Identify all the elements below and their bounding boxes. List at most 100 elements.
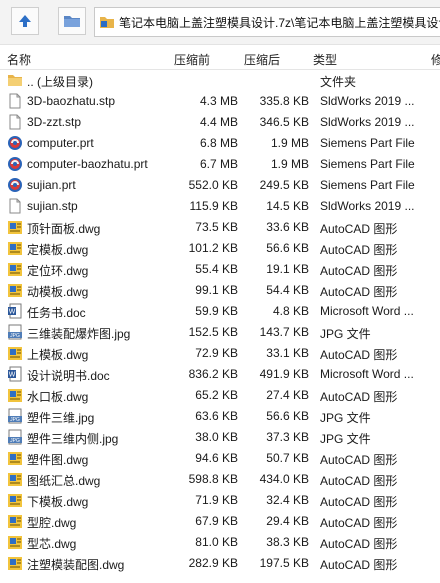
file-type: 文件夹 xyxy=(320,75,357,89)
column-type[interactable]: 类型 xyxy=(313,51,337,68)
file-original-size: 101.2 KB xyxy=(188,241,238,255)
file-original-size: 71.9 KB xyxy=(195,493,238,507)
file-name: 任务书.doc xyxy=(27,306,86,320)
file-name: 注塑模装配图.dwg xyxy=(27,558,125,572)
file-original-size: 152.5 KB xyxy=(188,325,238,339)
column-header: 名称 压缩前 压缩后 类型 修 xyxy=(0,45,440,70)
file-compressed-size: 33.1 KB xyxy=(266,346,309,360)
nx-part-icon xyxy=(7,156,23,172)
up-folder-button[interactable] xyxy=(11,7,39,35)
file-name: 塑件图.dwg xyxy=(27,453,89,467)
file-type: JPG 文件 xyxy=(320,327,371,341)
file-compressed-size: 346.5 KB xyxy=(259,115,309,129)
file-type: AutoCAD 图形 xyxy=(320,222,398,236)
file-compressed-size: 33.6 KB xyxy=(266,220,309,234)
file-row[interactable]: W 设计说明书.doc 836.2 KB 491.9 KB Microsoft Word… xyxy=(0,364,440,385)
file-row[interactable]: 3D-zzt.stp 4.4 MB 346.5 KB SldWorks 2019 ..… xyxy=(0,112,440,133)
file-compressed-size: 32.4 KB xyxy=(266,493,309,507)
file-type: AutoCAD 图形 xyxy=(320,348,398,362)
svg-text:JPG: JPG xyxy=(10,438,20,444)
file-row[interactable]: 型腔.dwg 67.9 KB 29.4 KB AutoCAD 图形 xyxy=(0,511,440,532)
file-original-size: 6.7 MB xyxy=(199,157,238,171)
file-name: 图纸汇总.dwg xyxy=(27,474,101,488)
file-row[interactable]: 水口板.dwg 65.2 KB 27.4 KB AutoCAD 图形 xyxy=(0,385,440,406)
file-row[interactable]: .. (上级目录) 文件夹 xyxy=(0,70,440,91)
file-row[interactable]: 图纸汇总.dwg 598.8 KB 434.0 KB AutoCAD 图形 xyxy=(0,469,440,490)
file-compressed-size: 37.3 KB xyxy=(266,430,309,444)
file-original-size: 81.0 KB xyxy=(195,535,238,549)
file-compressed-size: 197.5 KB xyxy=(259,556,309,570)
file-name: 型腔.dwg xyxy=(27,516,77,530)
file-name: computer.prt xyxy=(27,136,94,150)
file-name: 三维装配爆炸图.jpg xyxy=(27,327,131,341)
file-row[interactable]: computer-baozhatu.prt 6.7 MB 1.9 MB Siemens… xyxy=(0,154,440,175)
file-row[interactable]: 定模板.dwg 101.2 KB 56.6 KB AutoCAD 图形 xyxy=(0,238,440,259)
file-original-size: 59.9 KB xyxy=(195,304,238,318)
jpg-icon: JPG xyxy=(7,324,23,340)
file-name: 动模板.dwg xyxy=(27,285,89,299)
file-icon xyxy=(7,198,23,214)
file-row[interactable]: sujian.stp 115.9 KB 14.5 KB SldWorks 2019 .… xyxy=(0,196,440,217)
file-type: Siemens Part File xyxy=(320,178,415,192)
file-row[interactable]: 动模板.dwg 99.1 KB 54.4 KB AutoCAD 图形 xyxy=(0,280,440,301)
file-row[interactable]: computer.prt 6.8 MB 1.9 MB Siemens Part Fil… xyxy=(0,133,440,154)
file-type: AutoCAD 图形 xyxy=(320,243,398,257)
column-size[interactable]: 压缩后 xyxy=(244,51,280,68)
column-packed[interactable]: 压缩前 xyxy=(174,51,210,68)
file-compressed-size: 1.9 MB xyxy=(270,157,309,171)
file-original-size: 94.6 KB xyxy=(195,451,238,465)
file-type: AutoCAD 图形 xyxy=(320,537,398,551)
file-name: 下模板.dwg xyxy=(27,495,89,509)
file-name: 水口板.dwg xyxy=(27,390,89,404)
file-row[interactable]: 塑件图.dwg 94.6 KB 50.7 KB AutoCAD 图形 xyxy=(0,448,440,469)
arrow-up-icon xyxy=(19,15,31,27)
file-row[interactable]: JPG 三维装配爆炸图.jpg 152.5 KB 143.7 KB JPG 文件 xyxy=(0,322,440,343)
file-row[interactable]: 定位环.dwg 55.4 KB 19.1 KB AutoCAD 图形 xyxy=(0,259,440,280)
folder-view-button[interactable] xyxy=(58,7,86,35)
file-row[interactable]: 注塑模装配图.dwg 282.9 KB 197.5 KB AutoCAD 图形 xyxy=(0,553,440,574)
column-modified[interactable]: 修 xyxy=(431,51,440,68)
file-compressed-size: 50.7 KB xyxy=(266,451,309,465)
column-name[interactable]: 名称 xyxy=(7,51,31,68)
file-type: AutoCAD 图形 xyxy=(320,558,398,572)
file-original-size: 63.6 KB xyxy=(195,409,238,423)
file-type: AutoCAD 图形 xyxy=(320,474,398,488)
file-compressed-size: 143.7 KB xyxy=(259,325,309,339)
file-name: 上模板.dwg xyxy=(27,348,89,362)
file-type: AutoCAD 图形 xyxy=(320,453,398,467)
file-name: 型芯.dwg xyxy=(27,537,77,551)
nx-part-icon xyxy=(7,135,23,151)
file-row[interactable]: 下模板.dwg 71.9 KB 32.4 KB AutoCAD 图形 xyxy=(0,490,440,511)
file-original-size: 115.9 KB xyxy=(189,199,238,213)
file-type: AutoCAD 图形 xyxy=(320,495,398,509)
file-row[interactable]: W 任务书.doc 59.9 KB 4.8 KB Microsoft Word ... xyxy=(0,301,440,322)
file-original-size: 4.4 MB xyxy=(199,115,238,129)
file-type: SldWorks 2019 ... xyxy=(320,199,415,213)
file-name: computer-baozhatu.prt xyxy=(27,157,148,171)
file-row[interactable]: JPG 塑件三维内侧.jpg 38.0 KB 37.3 KB JPG 文件 xyxy=(0,427,440,448)
file-row[interactable]: sujian.prt 552.0 KB 249.5 KB Siemens Part F… xyxy=(0,175,440,196)
svg-text:JPG: JPG xyxy=(10,417,20,423)
dwg-icon xyxy=(7,534,23,550)
file-name: sujian.prt xyxy=(27,178,76,192)
word-doc-icon: W xyxy=(7,366,23,382)
file-row[interactable]: 型芯.dwg 81.0 KB 38.3 KB AutoCAD 图形 xyxy=(0,532,440,553)
file-name: 3D-zzt.stp xyxy=(27,115,82,129)
jpg-icon: JPG xyxy=(7,408,23,424)
file-type: Siemens Part File xyxy=(320,157,415,171)
file-row[interactable]: 顶针面板.dwg 73.5 KB 33.6 KB AutoCAD 图形 xyxy=(0,217,440,238)
file-row[interactable]: JPG 塑件三维.jpg 63.6 KB 56.6 KB JPG 文件 xyxy=(0,406,440,427)
file-row[interactable]: 上模板.dwg 72.9 KB 33.1 KB AutoCAD 图形 xyxy=(0,343,440,364)
dwg-icon xyxy=(7,555,23,571)
svg-text:JPG: JPG xyxy=(10,333,20,339)
word-doc-icon: W xyxy=(7,303,23,319)
file-name: .. (上级目录) xyxy=(27,75,93,89)
path-bar[interactable]: 笔记本电脑上盖注塑模具设计.7z\笔记本电脑上盖注塑模具设计 xyxy=(94,7,440,37)
file-type: JPG 文件 xyxy=(320,432,371,446)
file-type: Microsoft Word ... xyxy=(320,367,414,381)
file-type: JPG 文件 xyxy=(320,411,371,425)
jpg-icon: JPG xyxy=(7,429,23,445)
file-original-size: 67.9 KB xyxy=(195,514,238,528)
folder-icon xyxy=(7,72,23,88)
file-row[interactable]: 3D-baozhatu.stp 4.3 MB 335.8 KB SldWorks 20… xyxy=(0,91,440,112)
